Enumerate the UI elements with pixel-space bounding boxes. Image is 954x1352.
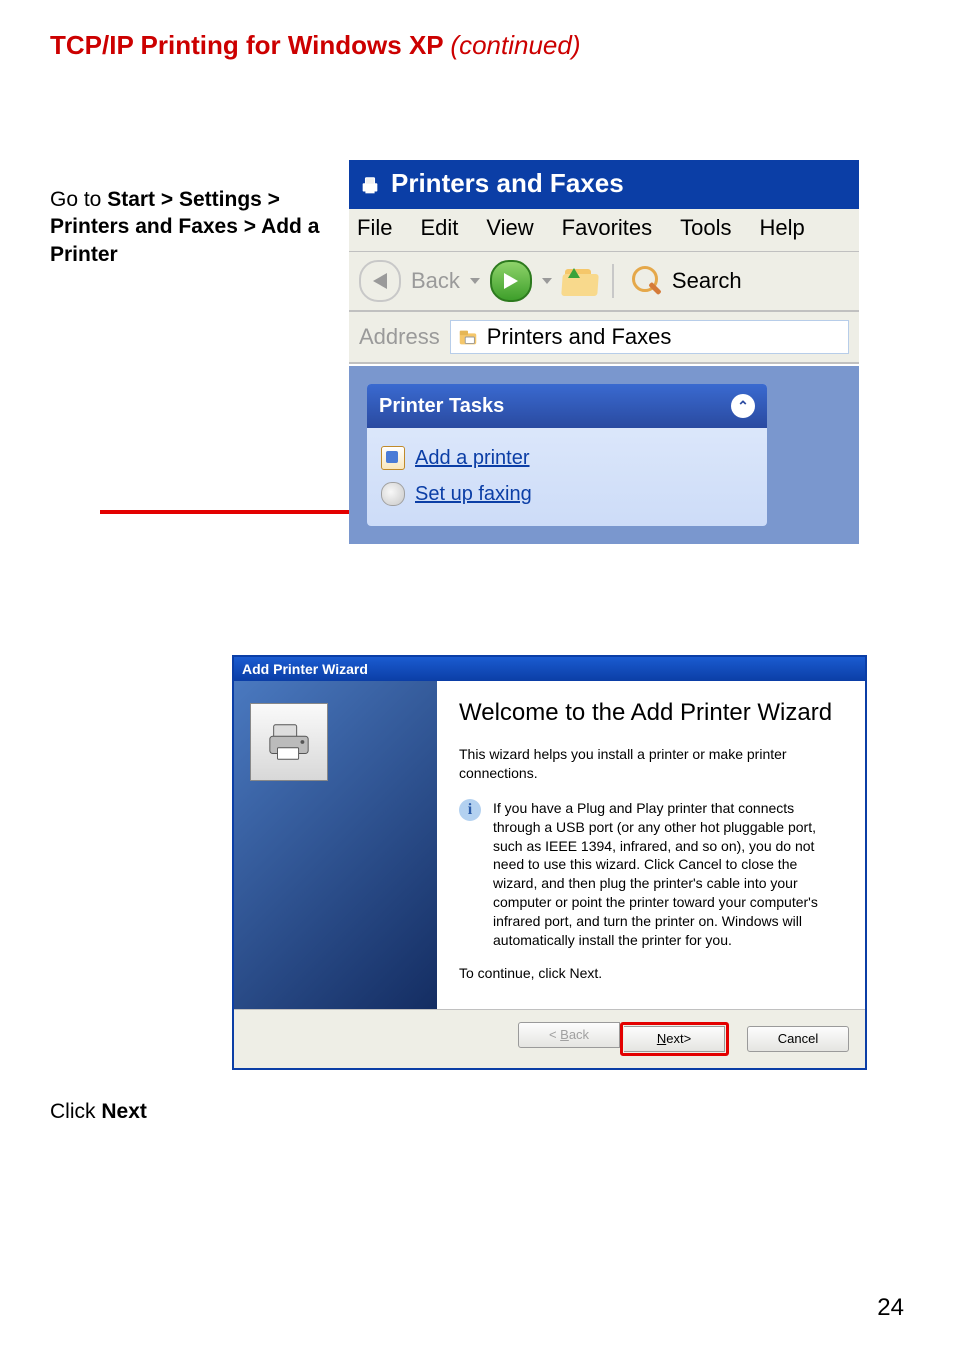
toolbar: Back Search [349,252,859,312]
fax-icon [381,482,405,506]
printer-tasks-panel: Printer Tasks ⌃ Add a printer Set up fax… [367,384,767,526]
pf-title-text: Printers and Faxes [391,168,624,199]
wizard-printer-image [250,703,328,781]
task-list: Add a printer Set up faxing [367,428,767,526]
wizard-title-bar: Add Printer Wizard [234,657,865,681]
info-icon: i [459,799,481,821]
address-label: Address [359,324,440,350]
folder-up-arrow-icon [568,268,580,278]
wizard-info-text: If you have a Plug and Play printer that… [493,799,845,950]
back-label-rest: ack [569,1027,589,1042]
back-button: < Back [518,1022,620,1048]
printer-tasks-header[interactable]: Printer Tasks ⌃ [367,384,767,428]
printer-glyph-icon [266,719,312,765]
address-bar: Address Printers and Faxes [349,312,859,364]
menu-tools[interactable]: Tools [680,215,731,241]
menu-view[interactable]: View [486,215,533,241]
back-next-group: < Back Next > [518,1022,729,1056]
add-printer-wizard-dialog: Add Printer Wizard Welcome to the Add Pr… [232,655,867,1070]
wizard-intro: This wizard helps you install a printer … [459,745,845,783]
heading-main: TCP/IP Printing for Windows XP [50,30,443,60]
toolbar-separator [612,264,614,298]
add-printer-link[interactable]: Add a printer [415,447,530,470]
task-set-up-faxing[interactable]: Set up faxing [381,476,753,512]
next-label-u: N [657,1031,666,1046]
back-label[interactable]: Back [411,268,460,294]
search-icon[interactable] [628,264,662,298]
wizard-info-row: i If you have a Plug and Play printer th… [459,799,845,950]
menu-help[interactable]: Help [760,215,805,241]
instruction-goto: Go to Start > Settings > Printers and Fa… [50,186,330,268]
chevron-up-icon: ⌃ [737,399,749,413]
forward-button-icon[interactable] [490,260,532,302]
wizard-sidebar [234,681,437,1009]
task-add-printer[interactable]: Add a printer [381,440,753,476]
back-button-icon[interactable] [359,260,401,302]
pf-body: Printer Tasks ⌃ Add a printer Set up fax… [349,364,859,544]
back-lt: < [549,1027,557,1042]
menu-favorites[interactable]: Favorites [562,215,652,241]
wizard-body: Welcome to the Add Printer Wizard This w… [234,681,865,1009]
back-dropdown-caret-icon[interactable] [470,278,480,284]
section-heading: TCP/IP Printing for Windows XP (continue… [50,30,904,61]
add-printer-icon [381,446,405,470]
arrow-right-icon [504,273,518,289]
next-button[interactable]: Next > [624,1026,725,1052]
next-gt: > [684,1031,692,1046]
goto-prefix: Go to [50,188,107,211]
menu-bar: File Edit View Favorites Tools Help [349,209,859,252]
collapse-button[interactable]: ⌃ [731,394,755,418]
menu-edit[interactable]: Edit [420,215,458,241]
arrow-left-icon [373,273,387,289]
forward-dropdown-caret-icon[interactable] [542,278,552,284]
printer-tasks-title: Printer Tasks [379,395,504,418]
wizard-continue: To continue, click Next. [459,964,845,983]
next-highlight: Next > [620,1022,729,1056]
set-up-faxing-link[interactable]: Set up faxing [415,483,532,506]
click-prefix: Click [50,1100,101,1123]
printer-folder-icon [457,326,479,348]
click-next-bold: Next [101,1100,147,1123]
instruction-click-next: Click Next [50,1100,147,1124]
address-field[interactable]: Printers and Faxes [450,320,849,354]
pf-title-bar: Printers and Faxes [349,160,859,209]
wizard-footer: < Back Next > Cancel [234,1009,865,1068]
wizard-main: Welcome to the Add Printer Wizard This w… [437,681,865,1009]
search-label[interactable]: Search [672,268,742,294]
back-label-u: B [560,1027,569,1042]
wizard-heading: Welcome to the Add Printer Wizard [459,699,845,727]
printers-and-faxes-window: Printers and Faxes File Edit View Favori… [349,160,859,544]
printer-icon [359,173,381,195]
next-label-rest: ext [666,1031,683,1046]
address-value: Printers and Faxes [487,324,672,350]
heading-continued: (continued) [450,30,580,60]
page-number: 24 [877,1294,904,1322]
cancel-button[interactable]: Cancel [747,1026,849,1052]
up-folder-icon[interactable] [562,266,598,296]
menu-file[interactable]: File [357,215,392,241]
